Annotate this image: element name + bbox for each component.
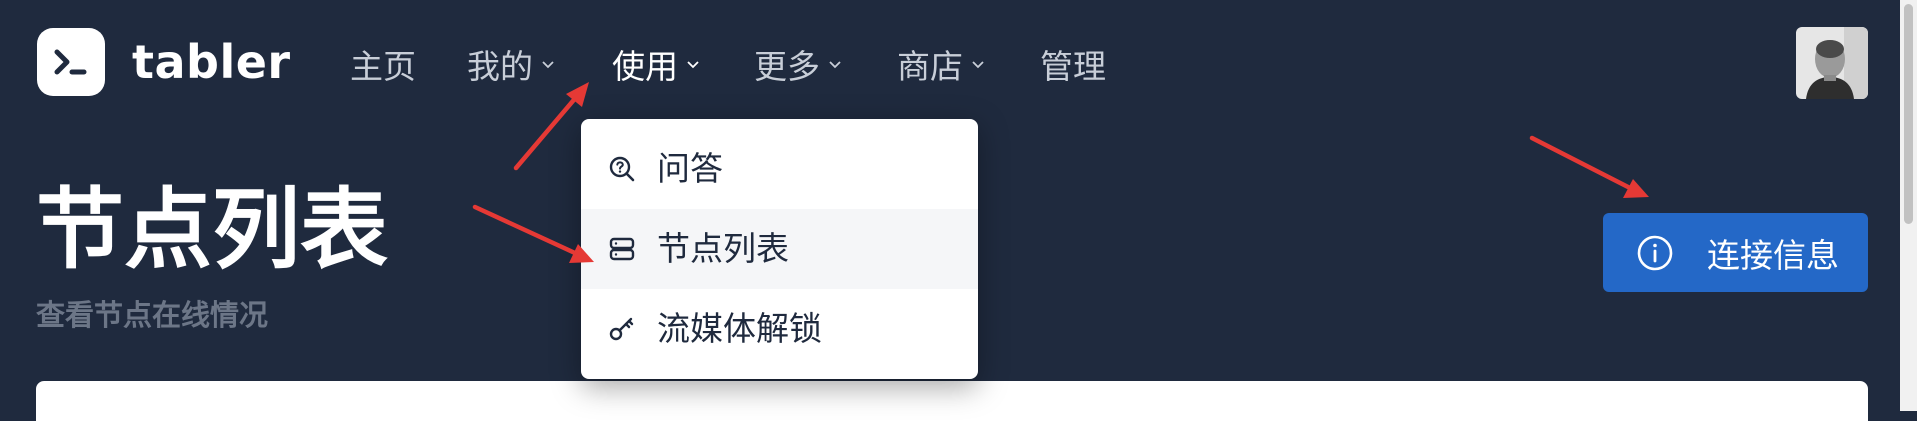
info-circle-icon [1637, 235, 1673, 270]
nav-item-home[interactable]: 主页 [350, 42, 416, 86]
brand[interactable]: tabler [37, 28, 291, 96]
scrollbar[interactable] [1900, 0, 1917, 411]
nav-item-admin[interactable]: 管理 [1040, 42, 1106, 86]
terminal-icon [37, 28, 105, 96]
chevron-down-icon [542, 61, 554, 69]
use-dropdown-menu: 问答 节点列表 流媒体解锁 [581, 119, 978, 379]
nav-item-label: 管理 [1040, 47, 1106, 86]
user-photo-icon [1796, 27, 1868, 99]
nav-item-mine[interactable]: 我的 [467, 42, 556, 86]
nav-item-use[interactable]: 使用 [612, 42, 701, 86]
menu-item-label: 节点列表 [657, 229, 789, 268]
menu-item-faq[interactable]: 问答 [581, 129, 978, 209]
arrow-to-connect-button [1529, 135, 1649, 198]
menu-item-node-list[interactable]: 节点列表 [581, 209, 978, 289]
brand-name: tabler [132, 35, 291, 89]
page-title: 节点列表 [36, 178, 389, 281]
connect-info-button[interactable]: 连接信息 [1603, 213, 1868, 292]
connect-info-label: 连接信息 [1707, 235, 1839, 275]
search-question-icon [609, 156, 635, 182]
menu-item-label: 流媒体解锁 [657, 309, 822, 348]
server-icon [609, 237, 635, 261]
content-card [36, 381, 1868, 421]
arrow-to-node-list [472, 204, 594, 263]
nav-item-more[interactable]: 更多 [754, 42, 843, 86]
page-subtitle: 查看节点在线情况 [36, 298, 269, 332]
nav-item-label: 商店 [897, 47, 963, 86]
menu-item-label: 问答 [657, 149, 723, 188]
key-icon [609, 317, 634, 341]
menu-item-streaming-unlock[interactable]: 流媒体解锁 [581, 289, 978, 369]
nav-item-shop[interactable]: 商店 [897, 42, 986, 86]
chevron-down-icon [829, 61, 841, 69]
nav-item-label: 使用 [612, 47, 678, 86]
nav-item-label: 更多 [754, 47, 820, 86]
top-navbar: tabler 主页 我的 使用 更多 商店 管理 [0, 0, 1900, 130]
scrollbar-thumb[interactable] [1904, 4, 1913, 224]
avatar[interactable] [1796, 27, 1868, 99]
nav-item-label: 主页 [350, 47, 416, 86]
nav-item-label: 我的 [467, 47, 533, 86]
chevron-down-icon [972, 61, 984, 69]
chevron-down-icon [687, 61, 699, 69]
